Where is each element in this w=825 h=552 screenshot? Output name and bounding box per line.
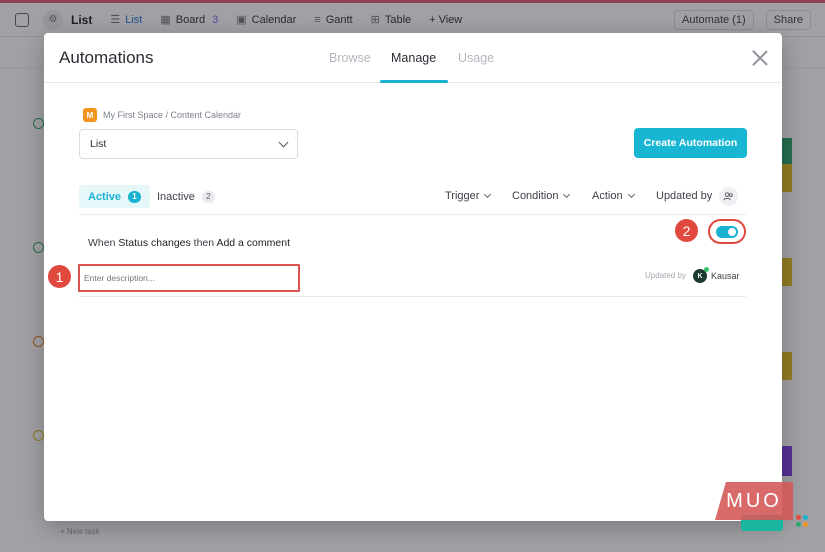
updated-by-filter[interactable]: Updated by [656,190,712,202]
create-automation-button[interactable]: Create Automation [634,128,747,158]
chevron-down-icon [484,190,492,199]
modal-header: Automations Browse Manage Usage [44,33,782,83]
tab-active[interactable]: Active 1 [79,185,151,208]
location-select-value: List [90,138,107,150]
close-icon[interactable] [751,49,769,67]
automations-modal: Automations Browse Manage Usage M My Fir… [44,33,782,521]
automation-rule-summary[interactable]: When Status changes then Add a comment [88,237,290,249]
row-divider [79,296,746,297]
avatar: K [693,267,709,283]
space-avatar: M [83,108,97,122]
tab-active-label: Active [88,190,122,203]
rule-then: then [193,237,215,249]
active-count-badge: 1 [128,190,142,203]
tab-inactive[interactable]: Inactive 2 [148,185,224,208]
apps-grid-icon[interactable] [796,515,808,527]
highlight-ring [708,219,746,244]
chevron-down-icon [627,190,635,199]
tab-usage[interactable]: Usage [458,51,494,65]
trigger-filter[interactable]: Trigger [445,190,492,202]
active-tab-indicator [380,80,448,83]
breadcrumb-path[interactable]: My First Space / Content Calendar [103,110,241,120]
location-select[interactable]: List [79,129,298,159]
description-input[interactable] [84,269,294,287]
tab-manage[interactable]: Manage [391,51,436,65]
rule-trigger: Status changes [118,237,191,249]
callout-badge-1: 1 [47,264,72,289]
watermark-logo: MUO [715,482,793,520]
action-filter[interactable]: Action [592,190,635,202]
header-divider [79,214,746,215]
chevron-down-icon [563,190,571,199]
inactive-count-badge: 2 [201,190,215,203]
users-icon[interactable] [719,187,738,206]
automation-enabled-toggle[interactable] [716,225,738,238]
chevron-down-icon [278,137,289,147]
rule-when: When [88,237,116,249]
modal-title: Automations [59,48,154,67]
callout-badge-2: 2 [674,218,699,243]
rule-action: Add a comment [216,237,290,249]
updated-by-label: Updated by [645,271,686,280]
description-highlight [78,264,300,292]
tab-browse[interactable]: Browse [329,51,371,65]
updated-by-user: Kausar [711,271,740,281]
tab-inactive-label: Inactive [157,190,195,203]
breadcrumb: M My First Space / Content Calendar [83,108,241,122]
condition-filter[interactable]: Condition [512,190,571,202]
